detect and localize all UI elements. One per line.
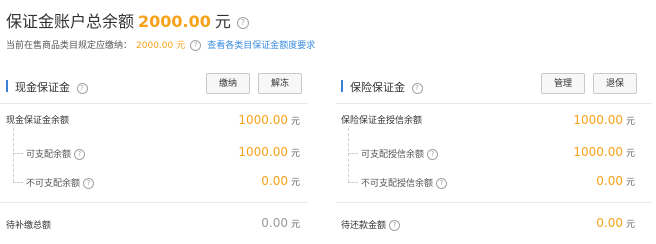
- cash-unavailable-value: 0.00 元: [261, 174, 300, 188]
- total-balance-amount: 2000.00: [138, 12, 211, 31]
- section-accent-bar: [341, 80, 343, 92]
- help-icon[interactable]: ?: [83, 178, 95, 189]
- help-icon[interactable]: ?: [389, 220, 401, 231]
- release-button[interactable]: 解冻: [258, 73, 302, 94]
- insurance-repay-label: 待还款金额?: [341, 218, 401, 231]
- pay-button[interactable]: 缴纳: [206, 73, 250, 94]
- cash-balance-value: 1000.00 元: [238, 113, 300, 127]
- manage-button[interactable]: 管理: [541, 73, 585, 94]
- divider: [0, 202, 308, 203]
- page-title: 保证金账户总余额: [6, 12, 135, 31]
- help-icon[interactable]: ?: [411, 82, 423, 94]
- tree-connector: [348, 182, 358, 183]
- insurance-available-label: 可支配授信余额?: [361, 147, 439, 160]
- cash-unavailable-label: 不可支配余额?: [26, 176, 95, 189]
- cash-available-label: 可支配余额?: [26, 147, 86, 160]
- tree-connector: [348, 153, 358, 154]
- refund-button[interactable]: 退保: [593, 73, 637, 94]
- insurance-repay-value: 0.00 元: [596, 216, 635, 230]
- cash-available-value: 1000.00 元: [238, 145, 300, 159]
- tree-connector: [13, 182, 23, 183]
- cash-deposit-header: 现金保证金 ?: [15, 79, 88, 95]
- tree-connector: [348, 128, 349, 182]
- insurance-unavailable-label: 不可支配授信余额?: [361, 176, 448, 189]
- divider: [336, 103, 652, 104]
- account-total-balance: 保证金账户总余额 2000.00 元?: [6, 8, 249, 32]
- required-deposit-value: 2000.00: [136, 41, 174, 51]
- cash-deposit-title: 现金保证金: [15, 81, 70, 94]
- insurance-deposit-title: 保险保证金: [350, 81, 405, 94]
- insurance-unavailable-value: 0.00 元: [596, 174, 635, 188]
- tree-connector: [13, 153, 23, 154]
- required-deposit-label: 当前在售商品类目规定应缴纳：: [6, 41, 133, 51]
- section-accent-bar: [6, 80, 8, 92]
- help-icon[interactable]: ?: [74, 149, 86, 160]
- category-requirements-link[interactable]: 查看各类目保证金额度要求: [207, 41, 315, 51]
- help-icon[interactable]: ?: [436, 178, 448, 189]
- required-deposit-unit: 元: [176, 41, 186, 51]
- required-deposit-line: 当前在售商品类目规定应缴纳： 2000.00 元? 查看各类目保证金额度要求: [6, 38, 315, 51]
- tree-connector: [13, 128, 14, 182]
- help-icon[interactable]: ?: [427, 149, 439, 160]
- insurance-balance-label: 保险保证金授信余额: [341, 116, 423, 126]
- cash-pending-value: 0.00 元: [261, 216, 300, 230]
- cash-balance-label: 现金保证金余额: [6, 116, 70, 126]
- help-icon[interactable]: ?: [190, 40, 202, 51]
- cash-pending-label: 待补缴总额: [6, 221, 52, 231]
- insurance-deposit-header: 保险保证金 ?: [350, 79, 423, 95]
- total-balance-unit: 元: [214, 12, 231, 31]
- help-icon[interactable]: ?: [236, 17, 249, 29]
- insurance-available-value: 1000.00 元: [573, 145, 635, 159]
- insurance-balance-value: 1000.00 元: [573, 113, 635, 127]
- divider: [336, 202, 652, 203]
- help-icon[interactable]: ?: [76, 82, 88, 94]
- divider: [0, 103, 308, 104]
